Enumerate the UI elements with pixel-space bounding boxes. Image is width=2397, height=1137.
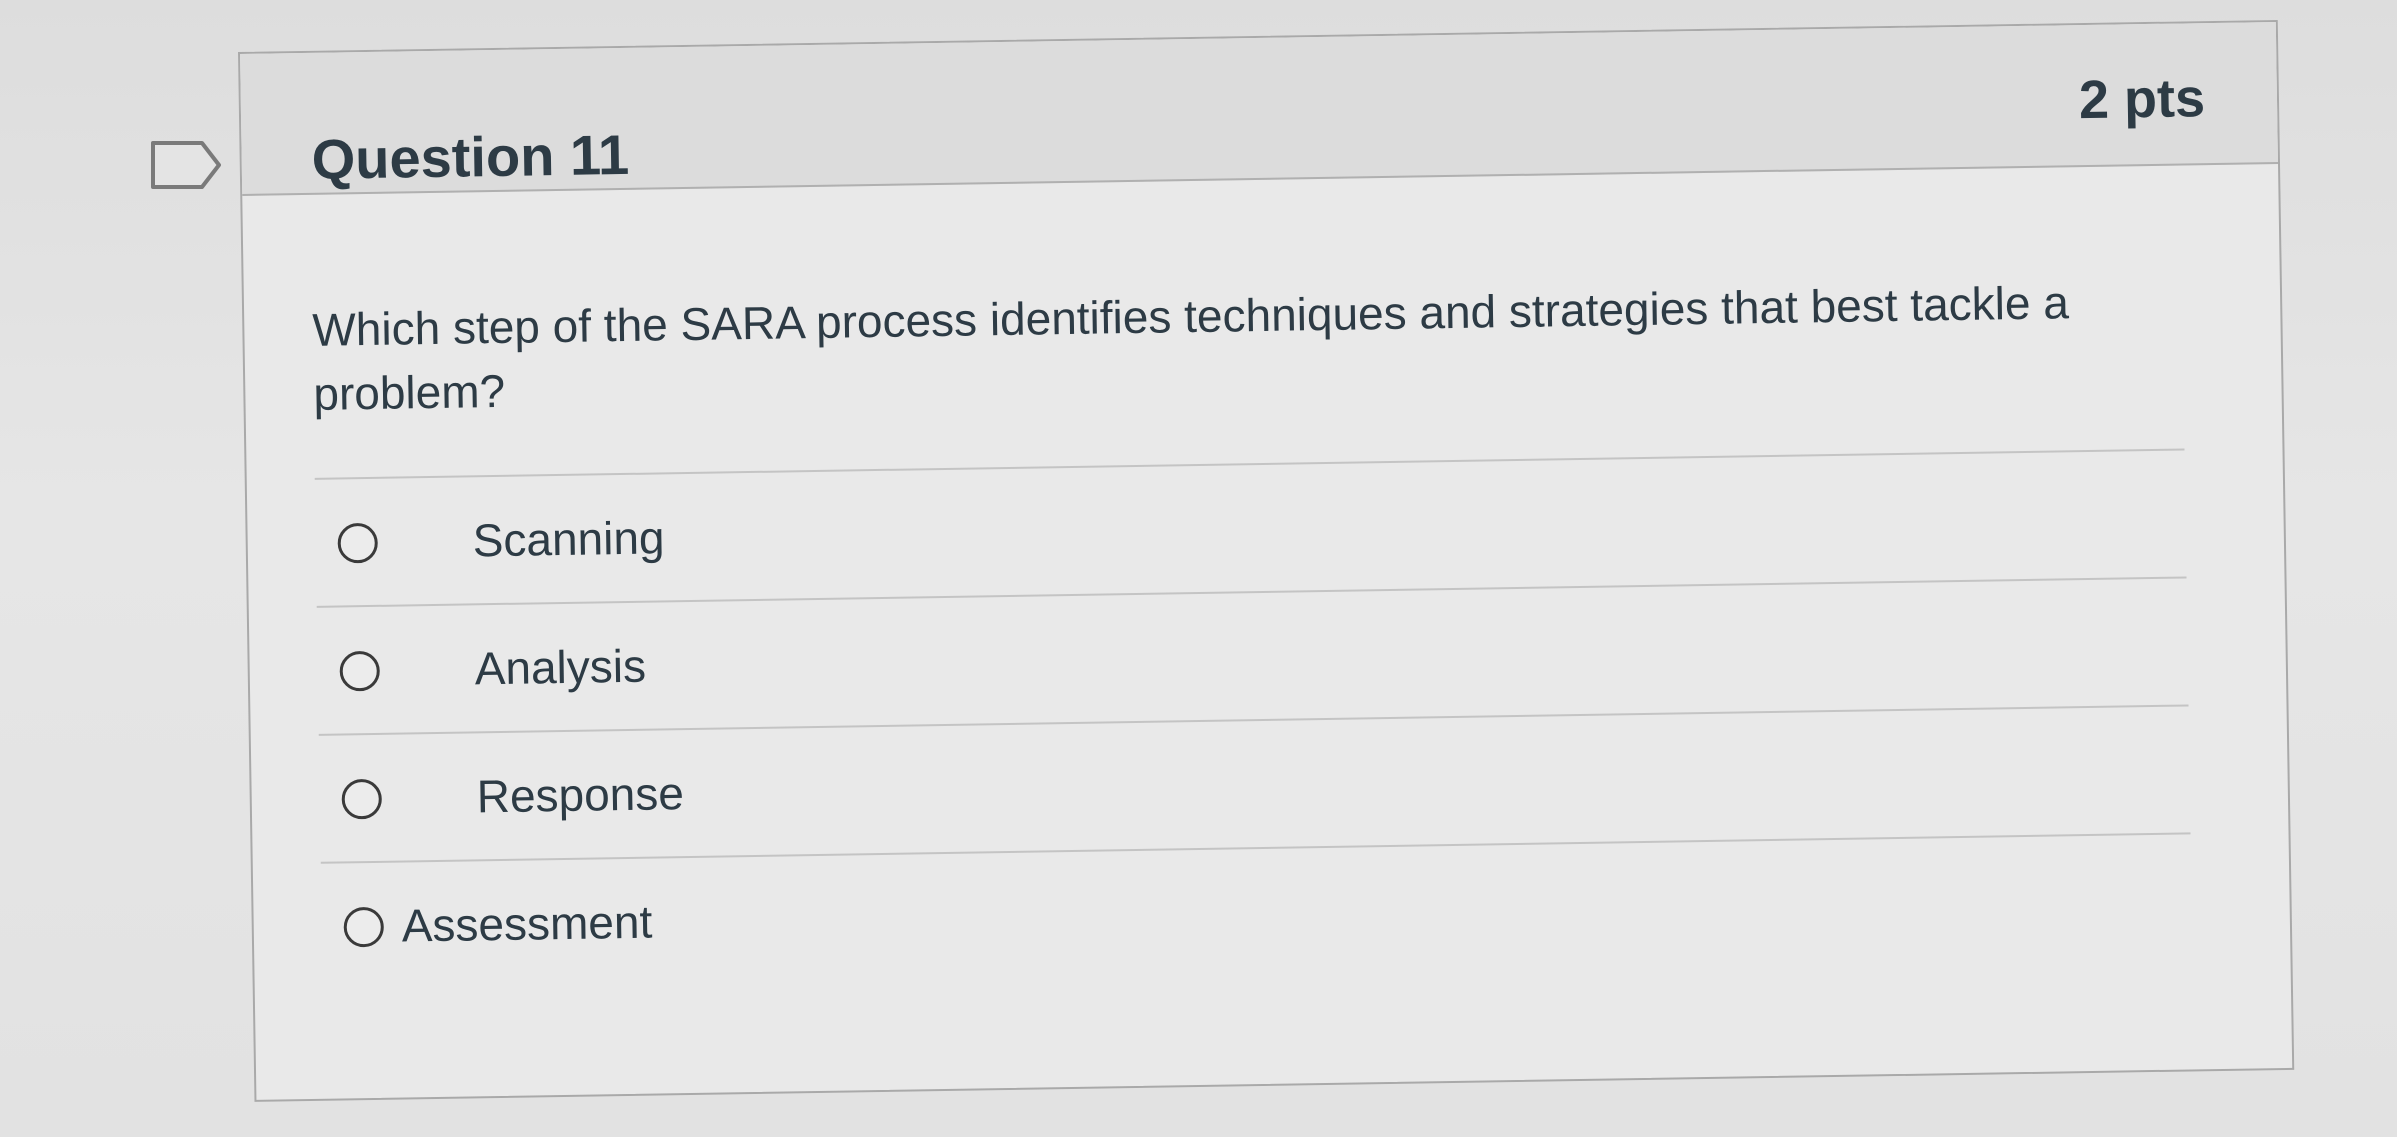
answer-list: Scanning Analysis Response Assessment xyxy=(314,448,2193,990)
question-points: 2 pts xyxy=(2078,68,2206,131)
radio-button-icon[interactable] xyxy=(343,906,385,948)
question-card: Question 11 2 pts Which step of the SARA… xyxy=(238,19,2295,1102)
question-text: Which step of the SARA process identifie… xyxy=(311,276,2070,420)
answer-label[interactable]: Scanning xyxy=(472,510,665,567)
answer-label[interactable]: Analysis xyxy=(474,639,646,696)
radio-button-icon[interactable] xyxy=(339,650,381,692)
question-title: Question 11 xyxy=(311,122,630,191)
answer-label[interactable]: Assessment xyxy=(401,895,652,953)
radio-button-icon[interactable] xyxy=(337,522,379,564)
answer-label[interactable]: Response xyxy=(476,766,684,823)
radio-button-icon[interactable] xyxy=(341,778,383,820)
flag-question-icon[interactable] xyxy=(150,140,222,190)
question-header: Question 11 2 pts xyxy=(240,21,2279,196)
